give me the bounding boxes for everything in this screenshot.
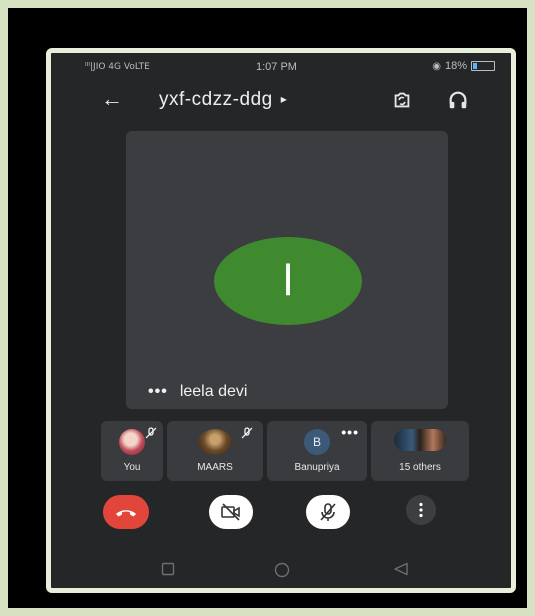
participant-label: You <box>123 462 141 473</box>
headphones-icon[interactable] <box>447 89 469 111</box>
speaker-name: leela devi <box>179 383 248 400</box>
speaker-more-icon[interactable]: ••• <box>148 383 168 400</box>
caret-right-icon: ▸ <box>280 92 288 106</box>
triangle-back-icon[interactable] <box>393 562 409 576</box>
battery-percent: 18% <box>444 60 467 72</box>
call-controls <box>51 495 511 535</box>
switch-camera-icon[interactable] <box>391 89 413 111</box>
arrow-left-icon[interactable]: ← <box>101 87 123 111</box>
participant-label: MAARS <box>197 462 233 473</box>
square-icon[interactable] <box>161 562 175 576</box>
participant-label: 15 others <box>399 462 441 473</box>
phone-screen: ᴵᴵᴵ|JIO 4G VoLTE 1:07 PM ◉ 18% ← yxf-cdz… <box>46 48 516 593</box>
android-nav-bar <box>51 550 511 588</box>
avatar: B <box>304 429 330 455</box>
meeting-code-text: yxf-cdzz-ddg <box>159 89 273 110</box>
participant-tile-others[interactable]: 15 others <box>371 421 469 481</box>
more-options-button[interactable] <box>406 495 436 525</box>
mic-off-icon <box>241 427 253 439</box>
call-header: ← yxf-cdzz-ddg ▸ <box>51 85 511 121</box>
avatar-group <box>394 429 446 451</box>
avatar <box>119 429 145 455</box>
battery-icon <box>471 61 495 71</box>
status-bar: ᴵᴵᴵ|JIO 4G VoLTE 1:07 PM ◉ 18% <box>51 53 511 79</box>
end-call-button[interactable] <box>103 495 149 529</box>
battery-status: ◉ 18% <box>432 60 495 72</box>
alarm-icon: ◉ <box>432 60 441 72</box>
speaker-name-row: ••• leela devi <box>148 383 247 401</box>
mic-off-icon <box>145 427 157 439</box>
mic-toggle-button[interactable] <box>306 495 350 529</box>
carrier-label: ᴵᴵᴵ|JIO 4G VoLTE <box>85 62 150 72</box>
meeting-code[interactable]: yxf-cdzz-ddg ▸ <box>159 89 287 111</box>
participant-tile-banupriya[interactable]: B ••• Banupriya <box>267 421 367 481</box>
participant-label: Banupriya <box>294 462 340 473</box>
camera-off-icon <box>221 503 240 521</box>
mic-off-icon <box>320 503 336 521</box>
more-icon[interactable]: ••• <box>341 424 359 440</box>
circle-icon[interactable] <box>274 562 290 578</box>
speaker-avatar: l <box>214 237 362 325</box>
outer-frame: ᴵᴵᴵ|JIO 4G VoLTE 1:07 PM ◉ 18% ← yxf-cdz… <box>8 8 527 608</box>
participant-tile-maars[interactable]: MAARS <box>167 421 263 481</box>
main-video-tile[interactable]: l ••• leela devi <box>126 131 448 409</box>
status-time: 1:07 PM <box>256 61 297 73</box>
camera-toggle-button[interactable] <box>209 495 253 529</box>
avatar <box>198 429 232 455</box>
participant-tile-you[interactable]: You <box>101 421 163 481</box>
more-vertical-icon <box>419 502 423 518</box>
phone-hangup-icon <box>116 510 136 517</box>
